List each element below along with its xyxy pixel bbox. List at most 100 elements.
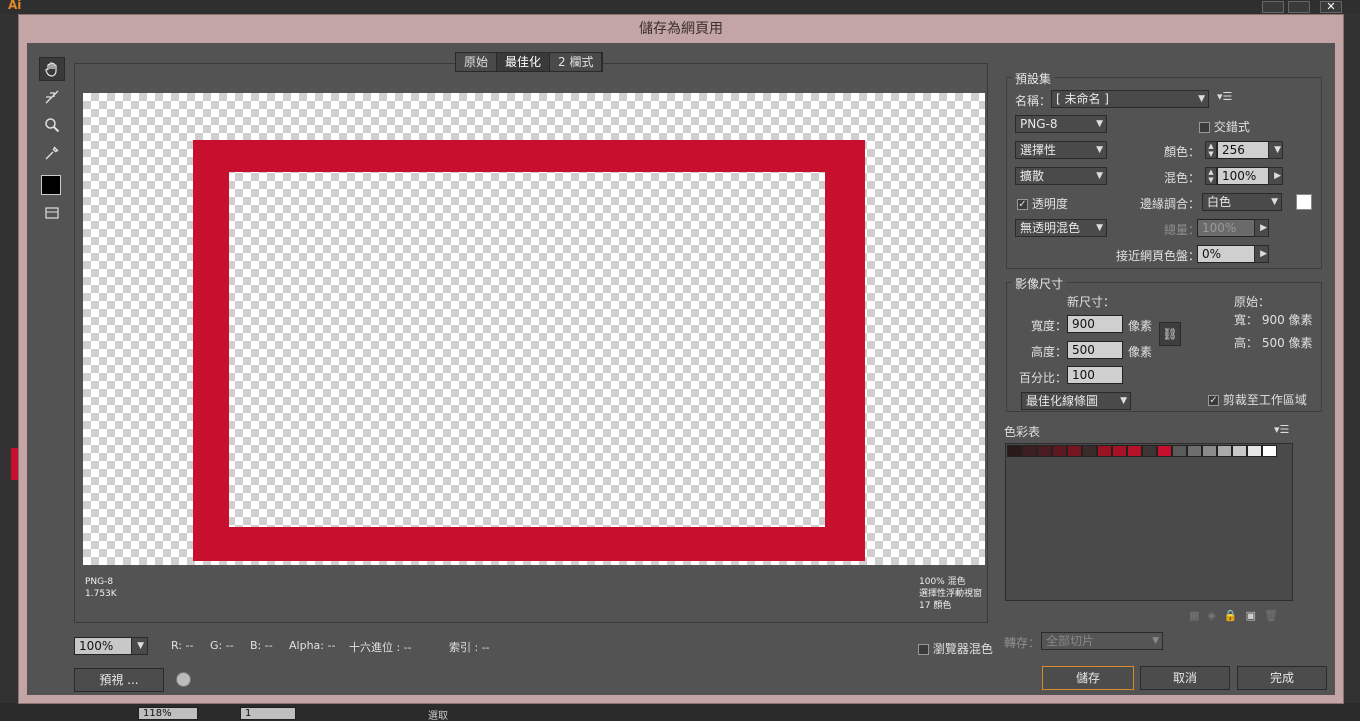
close-icon[interactable]: ✕ bbox=[1320, 1, 1342, 13]
app-page-field[interactable]: 1 bbox=[240, 707, 296, 720]
tool-strip bbox=[35, 57, 67, 237]
dither-slider-button[interactable]: ▶ bbox=[1268, 167, 1283, 185]
eyedropper-tool-icon[interactable] bbox=[39, 141, 65, 165]
transparency-checkbox[interactable]: ✓ bbox=[1017, 199, 1028, 210]
dither-spinner[interactable]: ▲ ▼ bbox=[1205, 167, 1217, 185]
color-swatch[interactable] bbox=[1142, 445, 1157, 457]
preset-name-dropdown[interactable]: [ 未命名 ] ▼ bbox=[1051, 90, 1209, 108]
file-format-dropdown[interactable]: PNG-8 ▼ bbox=[1015, 115, 1107, 133]
color-swatch[interactable] bbox=[1187, 445, 1202, 457]
tab-original[interactable]: 原始 bbox=[456, 53, 498, 71]
transparency-dither-dropdown[interactable]: 無透明混色 ▼ bbox=[1015, 219, 1107, 237]
color-table-menu-icon[interactable]: ▾☰ bbox=[1274, 423, 1289, 436]
eyedropper-color-swatch[interactable] bbox=[41, 175, 61, 195]
hand-tool-icon[interactable] bbox=[39, 57, 65, 81]
height-unit: 像素 bbox=[1128, 345, 1153, 359]
app-logo: Ai bbox=[8, 0, 22, 12]
color-swatch[interactable] bbox=[1217, 445, 1232, 457]
interlaced-label: 交錯式 bbox=[1213, 120, 1250, 134]
red-rectangle-artwork bbox=[193, 140, 865, 561]
color-swatch[interactable] bbox=[1112, 445, 1127, 457]
resample-quality-dropdown[interactable]: 最佳化線條圖 ▼ bbox=[1021, 392, 1131, 410]
colors-field[interactable]: 256 bbox=[1217, 141, 1269, 159]
color-swatch[interactable] bbox=[1157, 445, 1172, 457]
export-label: 轉存： bbox=[1004, 636, 1041, 650]
maximize-icon[interactable] bbox=[1288, 1, 1310, 13]
dither-algorithm-dropdown[interactable]: 擴散 ▼ bbox=[1015, 167, 1107, 185]
color-swatch[interactable] bbox=[1022, 445, 1037, 457]
amount-label: 總量： bbox=[1164, 223, 1201, 237]
browser-globe-icon[interactable] bbox=[176, 672, 191, 687]
original-width-text: 寬： 900 像素 bbox=[1234, 313, 1313, 327]
width-label: 寬度： bbox=[1031, 319, 1068, 333]
color-swatch[interactable] bbox=[1172, 445, 1187, 457]
preset-name-label: 名稱： bbox=[1015, 94, 1052, 108]
file-format-value: PNG-8 bbox=[1020, 117, 1058, 131]
browser-dither-checkbox[interactable] bbox=[918, 644, 929, 655]
preview-in-browser-button[interactable]: 預視 ... bbox=[74, 668, 164, 692]
width-field[interactable]: 900 bbox=[1067, 315, 1123, 333]
delete-color-icon[interactable]: 🗑 bbox=[1264, 609, 1278, 622]
color-swatch[interactable] bbox=[1082, 445, 1097, 457]
color-reduction-value: 選擇性 bbox=[1020, 143, 1057, 157]
preset-name-value: [ 未命名 ] bbox=[1056, 92, 1109, 106]
matte-color-swatch[interactable] bbox=[1296, 194, 1312, 210]
clip-to-artboard-option[interactable]: ✓ 剪裁至工作區域 bbox=[1208, 391, 1307, 408]
tab-2-up[interactable]: 2 欄式 bbox=[550, 53, 603, 71]
matte-dropdown[interactable]: 白色 ▼ bbox=[1202, 193, 1282, 211]
red-readout: R: -- bbox=[171, 639, 194, 652]
image-preview-canvas[interactable] bbox=[83, 93, 985, 565]
app-zoom-field[interactable]: 118% bbox=[138, 707, 198, 720]
map-transparent-icon[interactable]: ▦ bbox=[1189, 609, 1199, 622]
color-swatch[interactable] bbox=[1247, 445, 1262, 457]
color-swatch[interactable] bbox=[1232, 445, 1247, 457]
dither-amount-field[interactable]: 100% bbox=[1217, 167, 1269, 185]
color-table[interactable] bbox=[1005, 443, 1293, 601]
zoom-dropdown-button[interactable]: ▼ bbox=[131, 637, 148, 655]
height-field[interactable]: 500 bbox=[1067, 341, 1123, 359]
toggle-slices-icon[interactable] bbox=[39, 201, 65, 225]
zoom-tool-icon[interactable] bbox=[39, 113, 65, 137]
tab-optimized[interactable]: 最佳化 bbox=[497, 53, 551, 71]
add-color-icon[interactable]: ▣ bbox=[1246, 609, 1256, 622]
dialog-title: 儲存為網頁用 bbox=[639, 21, 723, 37]
preview-format-text: PNG-8 bbox=[85, 577, 114, 587]
web-shift-icon[interactable]: ◈ bbox=[1207, 609, 1215, 622]
original-height-text: 高： 500 像素 bbox=[1234, 336, 1313, 350]
zoom-level-field[interactable]: 100% bbox=[74, 637, 132, 655]
clip-to-artboard-checkbox[interactable]: ✓ bbox=[1208, 395, 1219, 406]
matte-label: 邊緣調合： bbox=[1140, 197, 1201, 211]
done-button[interactable]: 完成 bbox=[1237, 666, 1327, 690]
preset-menu-icon[interactable]: ▾☰ bbox=[1217, 90, 1232, 103]
percent-label: 百分比： bbox=[1019, 371, 1068, 385]
color-swatch[interactable] bbox=[1127, 445, 1142, 457]
color-reduction-dropdown[interactable]: 選擇性 ▼ bbox=[1015, 141, 1107, 159]
percent-field[interactable]: 100 bbox=[1067, 366, 1123, 384]
preview-reduction-info: 選擇性浮動視窗 bbox=[919, 589, 983, 599]
color-swatch[interactable] bbox=[1037, 445, 1052, 457]
cancel-button[interactable]: 取消 bbox=[1140, 666, 1230, 690]
colors-dropdown-button[interactable]: ▼ bbox=[1268, 141, 1283, 159]
minimize-icon[interactable] bbox=[1262, 1, 1284, 13]
web-snap-slider-button[interactable]: ▶ bbox=[1254, 245, 1269, 263]
colors-spinner[interactable]: ▲ ▼ bbox=[1205, 141, 1217, 159]
lock-color-icon[interactable]: 🔒 bbox=[1224, 609, 1238, 622]
web-snap-field[interactable]: 0% bbox=[1197, 245, 1255, 263]
interlaced-checkbox[interactable] bbox=[1199, 122, 1210, 133]
save-button[interactable]: 儲存 bbox=[1042, 666, 1134, 690]
color-swatch[interactable] bbox=[1262, 445, 1277, 457]
blue-readout: B: -- bbox=[250, 639, 273, 652]
color-swatch[interactable] bbox=[1202, 445, 1217, 457]
constrain-proportions-link-icon[interactable]: ⛓ bbox=[1159, 322, 1181, 346]
color-swatch[interactable] bbox=[1007, 445, 1022, 457]
index-readout: 索引 : -- bbox=[449, 641, 490, 654]
slice-select-tool-icon[interactable] bbox=[39, 85, 65, 109]
browser-dither-option[interactable]: 瀏覽器混色 bbox=[918, 640, 993, 657]
transparency-option[interactable]: ✓ 透明度 bbox=[1017, 195, 1068, 212]
alpha-readout: Alpha: -- bbox=[289, 639, 336, 652]
color-swatch[interactable] bbox=[1067, 445, 1082, 457]
interlaced-option[interactable]: 交錯式 bbox=[1199, 118, 1250, 135]
color-swatch[interactable] bbox=[1052, 445, 1067, 457]
color-swatch[interactable] bbox=[1097, 445, 1112, 457]
export-value: 全部切片 bbox=[1046, 634, 1095, 648]
